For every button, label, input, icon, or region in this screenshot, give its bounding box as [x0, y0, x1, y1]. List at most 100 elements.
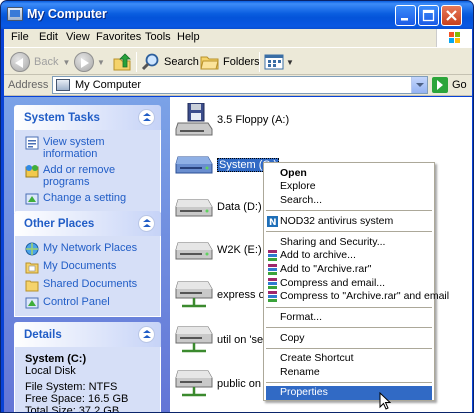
menu-item-label: Add to archive...	[280, 249, 356, 261]
menu-item-copy[interactable]: Copy	[266, 332, 432, 345]
windows-logo-icon	[436, 29, 472, 47]
address-label: Address	[8, 79, 49, 91]
menu-item-compress-email[interactable]: Compress and email...	[266, 277, 432, 290]
menu-item-search[interactable]: Search...	[266, 194, 432, 207]
details-type: Local Disk	[25, 365, 76, 377]
address-input[interactable]: My Computer	[52, 76, 428, 94]
collapse-icon[interactable]	[138, 326, 155, 343]
other-places-header[interactable]: Other Places	[14, 211, 161, 236]
menu-file[interactable]: File	[11, 31, 29, 43]
address-dropdown-button[interactable]	[411, 77, 427, 93]
menu-item-label: NOD32 antivirus system	[280, 215, 394, 227]
place-shared-documents[interactable]: Shared Documents	[25, 278, 154, 292]
menu-item-add-rar[interactable]: Add to "Archive.rar"	[266, 263, 432, 276]
nod32-icon: N	[267, 216, 278, 227]
menu-item-nod32[interactable]: N NOD32 antivirus system	[266, 215, 432, 228]
up-folder-icon	[113, 53, 131, 71]
details-header[interactable]: Details	[14, 322, 161, 347]
system-tasks-header[interactable]: System Tasks	[14, 105, 161, 130]
menu-item-format[interactable]: Format...	[266, 311, 432, 324]
details-panel: Details System (C:) Local Disk File Syst…	[14, 322, 161, 413]
folders-button[interactable]: Folders	[200, 51, 260, 73]
menu-separator	[266, 307, 432, 308]
menu-item-properties[interactable]: Properties	[266, 386, 432, 400]
folders-label: Folders	[223, 56, 260, 68]
my-documents-icon	[25, 262, 39, 274]
menu-item-explore[interactable]: Explore	[266, 180, 432, 193]
menu-item-label: Compress and email...	[280, 277, 386, 289]
menu-bar: File Edit View Favorites Tools Help	[4, 29, 472, 47]
maximize-button[interactable]	[418, 5, 439, 26]
task-label: Change a setting	[43, 192, 127, 204]
task-view-system-info[interactable]: View system information	[25, 136, 154, 160]
network-drive-icon	[175, 326, 213, 353]
task-change-setting[interactable]: Change a setting	[25, 192, 154, 206]
menu-item-label: Compress to "Archive.rar" and email	[280, 290, 450, 302]
other-places-body: My Network Places My Documents Shared Do…	[14, 236, 161, 317]
toolbar-separator	[259, 52, 260, 72]
back-button[interactable]: Back ▼	[10, 51, 70, 73]
window-title: My Computer	[27, 7, 107, 21]
go-button[interactable]: Go	[452, 79, 467, 91]
mouse-cursor-icon	[379, 392, 391, 410]
collapse-icon[interactable]	[138, 109, 155, 126]
control-panel-icon	[25, 193, 39, 205]
system-tasks-body: View system information Add or remove pr…	[14, 130, 161, 213]
menu-separator	[266, 231, 432, 232]
details-free-space: Free Space: 16.5 GB	[25, 393, 129, 405]
shared-documents-icon	[25, 280, 39, 292]
collapse-icon[interactable]	[138, 215, 155, 232]
winrar-icon	[268, 250, 277, 261]
winrar-icon	[268, 291, 277, 302]
hard-drive-icon	[175, 242, 213, 260]
search-button[interactable]: Search	[141, 51, 199, 73]
menu-help[interactable]: Help	[177, 31, 200, 43]
task-label: Add or remove programs	[43, 164, 116, 188]
maximize-icon	[422, 9, 435, 22]
close-button[interactable]	[441, 5, 462, 26]
back-arrow-icon	[10, 52, 30, 72]
details-body: System (C:) Local Disk File System: NTFS…	[14, 347, 161, 413]
task-pane: System Tasks View system information Add…	[4, 97, 170, 413]
menu-item-label: Add to "Archive.rar"	[280, 263, 372, 275]
minimize-button[interactable]	[395, 5, 416, 26]
system-info-icon	[25, 136, 39, 150]
menu-view[interactable]: View	[66, 31, 90, 43]
title-bar[interactable]: My Computer	[1, 1, 473, 29]
menu-separator	[266, 327, 432, 328]
my-computer-icon	[56, 79, 70, 91]
place-my-documents[interactable]: My Documents	[25, 260, 154, 274]
forward-button[interactable]: ▼	[74, 51, 105, 73]
place-my-network-places[interactable]: My Network Places	[25, 242, 154, 256]
folders-icon	[200, 56, 219, 70]
task-label: View system information	[43, 136, 105, 160]
hard-drive-icon	[175, 199, 213, 217]
search-icon	[141, 53, 159, 71]
menu-separator	[266, 348, 432, 349]
menu-item-add-archive[interactable]: Add to archive...	[266, 249, 432, 262]
menu-item-rename[interactable]: Rename	[266, 366, 432, 379]
svg-text:N: N	[269, 218, 277, 227]
views-button[interactable]: ▼	[264, 51, 294, 73]
up-folder-button[interactable]	[112, 51, 132, 73]
menu-item-open[interactable]: Open	[266, 167, 432, 180]
toolbar: Back ▼ ▼ Search Folders ▼	[4, 47, 472, 75]
menu-item-compress-rar-email[interactable]: Compress to "Archive.rar" and email	[266, 290, 449, 303]
system-tasks-title: System Tasks	[24, 112, 100, 124]
forward-arrow-icon	[74, 52, 94, 72]
details-total-size: Total Size: 37.2 GB	[25, 405, 120, 413]
menu-item-sharing[interactable]: Sharing and Security...	[266, 236, 432, 249]
menu-edit[interactable]: Edit	[39, 31, 58, 43]
place-control-panel[interactable]: Control Panel	[25, 296, 154, 310]
drive-item-floppy[interactable]: 3.5 Floppy (A:)	[174, 99, 472, 143]
menu-favorites[interactable]: Favorites	[96, 31, 141, 43]
menu-tools[interactable]: Tools	[145, 31, 171, 43]
search-label: Search	[164, 56, 199, 68]
forward-dropdown-icon[interactable]: ▼	[97, 58, 105, 67]
menu-item-create-shortcut[interactable]: Create Shortcut	[266, 352, 432, 365]
back-dropdown-icon[interactable]: ▼	[62, 58, 70, 67]
go-arrow-icon[interactable]	[432, 77, 448, 93]
task-add-remove-programs[interactable]: Add or remove programs	[25, 164, 154, 188]
toolbar-separator	[136, 52, 137, 72]
drive-label: Data (D:)	[217, 201, 262, 213]
